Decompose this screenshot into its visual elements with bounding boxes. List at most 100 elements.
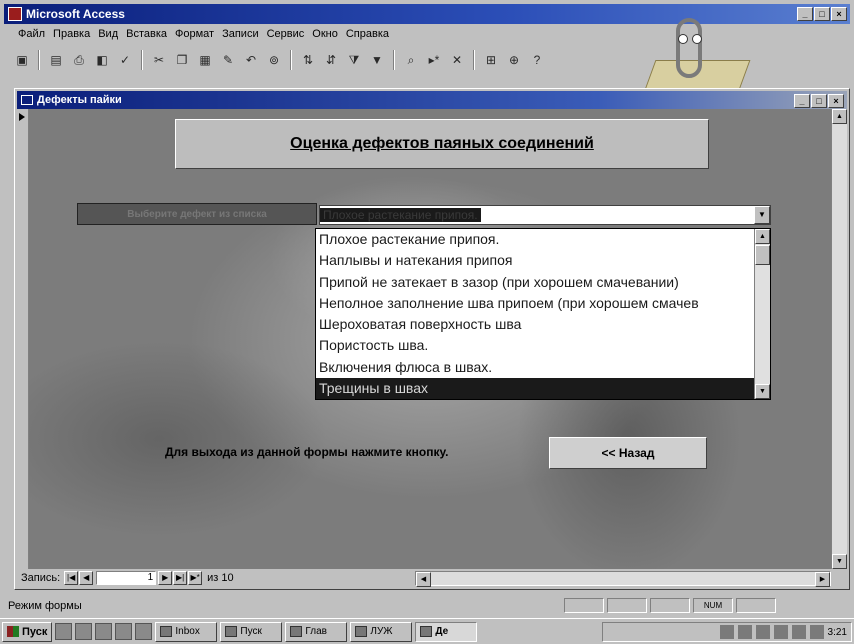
taskbar-button[interactable]: Inbox: [155, 621, 218, 642]
scroll-up-arrow-icon[interactable]: ▲: [832, 109, 847, 124]
quicklaunch-channels-icon[interactable]: [115, 623, 133, 640]
clock[interactable]: 3:21: [828, 627, 847, 638]
app-icon: [420, 626, 433, 637]
filter-by-selection-icon[interactable]: ⧩: [344, 50, 364, 70]
combo-value: Плохое растекание припоя.: [320, 208, 481, 222]
delete-record-icon[interactable]: ✕: [447, 50, 467, 70]
quicklaunch-explorer-icon[interactable]: [55, 623, 73, 640]
form-title-bar[interactable]: Дефекты пайки _ □ ×: [17, 91, 847, 109]
tray-icon[interactable]: [755, 625, 770, 639]
tray-icon[interactable]: [773, 625, 788, 639]
scroll-down-arrow-icon[interactable]: ▼: [832, 554, 847, 569]
copy-icon[interactable]: ❐: [172, 50, 192, 70]
print-icon[interactable]: ⎙: [69, 50, 89, 70]
close-button[interactable]: ×: [831, 7, 847, 21]
undo-icon[interactable]: ↶: [241, 50, 261, 70]
minimize-button[interactable]: _: [797, 7, 813, 21]
next-record-icon[interactable]: ▶: [158, 571, 173, 585]
quicklaunch-desktop-icon[interactable]: [95, 623, 113, 640]
menu-format[interactable]: Формат: [175, 28, 214, 40]
office-assistant[interactable]: [640, 8, 751, 98]
form-window-controls: _ □ ×: [794, 94, 844, 108]
save-icon[interactable]: ▤: [46, 50, 66, 70]
form-close-button[interactable]: ×: [828, 94, 844, 108]
taskbar-button-label: Пуск: [240, 626, 262, 637]
quicklaunch-outlook-icon[interactable]: [135, 623, 153, 640]
scroll-up-arrow-icon[interactable]: ▲: [755, 229, 770, 244]
dropdown-item[interactable]: Шероховатая поверхность шва: [316, 314, 754, 335]
menu-insert[interactable]: Вставка: [126, 28, 167, 40]
app-window-controls: _ □ ×: [797, 7, 847, 21]
status-indicator: [564, 598, 604, 613]
start-button[interactable]: Пуск: [2, 621, 53, 642]
dropdown-item[interactable]: Плохое растекание припоя.: [316, 229, 754, 250]
record-number-input[interactable]: 1: [96, 571, 157, 585]
app-icon: [160, 626, 173, 637]
combo-value-area[interactable]: Плохое растекание припоя.: [320, 206, 754, 224]
toolbar-separator: [290, 50, 292, 70]
defect-combo-box[interactable]: Плохое растекание припоя. ▼: [319, 205, 771, 225]
menu-edit[interactable]: Правка: [53, 28, 90, 40]
menu-file[interactable]: Файл: [18, 28, 45, 40]
form-minimize-button[interactable]: _: [794, 94, 810, 108]
combo-dropdown-arrow-icon[interactable]: ▼: [754, 206, 770, 224]
quicklaunch-browser-icon[interactable]: [75, 623, 93, 640]
cut-icon[interactable]: ✂: [149, 50, 169, 70]
apply-filter-icon[interactable]: ▼: [367, 50, 387, 70]
form-heading: Оценка дефектов паяных соединений: [290, 135, 594, 152]
new-record-nav-icon[interactable]: ▶*: [188, 571, 203, 585]
hyperlink-icon[interactable]: ⊚: [264, 50, 284, 70]
scroll-thumb[interactable]: [755, 245, 770, 265]
back-button[interactable]: << Назад: [549, 437, 707, 469]
status-indicator: [607, 598, 647, 613]
previous-record-icon[interactable]: ◀: [79, 571, 94, 585]
tray-icon[interactable]: [719, 625, 734, 639]
print-preview-icon[interactable]: ◧: [92, 50, 112, 70]
record-selector[interactable]: [17, 109, 29, 569]
form-vertical-scrollbar[interactable]: ▲ ▼: [831, 109, 847, 569]
paste-icon[interactable]: ▦: [195, 50, 215, 70]
last-record-icon[interactable]: ▶|: [173, 571, 188, 585]
form-icon: [21, 95, 33, 105]
new-object-icon[interactable]: ⊕: [504, 50, 524, 70]
form-heading-box: Оценка дефектов паяных соединений: [175, 119, 709, 169]
menu-view[interactable]: Вид: [98, 28, 118, 40]
tray-icon[interactable]: [809, 625, 824, 639]
dropdown-item[interactable]: Неполное заполнение шва припоем (при хор…: [316, 293, 754, 314]
taskbar-button[interactable]: Пуск: [220, 621, 283, 642]
taskbar-button-label: Глав: [305, 626, 327, 637]
form-maximize-button[interactable]: □: [811, 94, 827, 108]
access-app-icon[interactable]: [8, 7, 22, 21]
menu-help[interactable]: Справка: [346, 28, 389, 40]
scroll-right-arrow-icon[interactable]: ▶: [815, 572, 830, 587]
database-window-icon[interactable]: ⊞: [481, 50, 501, 70]
dropdown-scrollbar[interactable]: ▲ ▼: [754, 229, 770, 399]
new-record-icon[interactable]: ▸*: [424, 50, 444, 70]
taskbar-button[interactable]: ЛУЖ: [350, 621, 413, 642]
maximize-button[interactable]: □: [814, 7, 830, 21]
help-icon[interactable]: ?: [527, 50, 547, 70]
spelling-icon[interactable]: ✓: [115, 50, 135, 70]
scroll-down-arrow-icon[interactable]: ▼: [755, 384, 770, 399]
sort-descending-icon[interactable]: ⇵: [321, 50, 341, 70]
status-indicator: [736, 598, 776, 613]
dropdown-item[interactable]: Наплывы и натекания припоя: [316, 250, 754, 271]
menu-tools[interactable]: Сервис: [267, 28, 305, 40]
find-icon[interactable]: ⌕: [401, 50, 421, 70]
menu-records[interactable]: Записи: [222, 28, 259, 40]
dropdown-item[interactable]: Включения флюса в швах.: [316, 357, 754, 378]
menu-window[interactable]: Окно: [312, 28, 338, 40]
dropdown-item[interactable]: Пористость шва.: [316, 335, 754, 356]
dropdown-item-selected[interactable]: Трещины в швах: [316, 377, 754, 399]
form-horizontal-scrollbar[interactable]: ◀ ▶: [415, 571, 831, 587]
sort-ascending-icon[interactable]: ⇅: [298, 50, 318, 70]
format-painter-icon[interactable]: ✎: [218, 50, 238, 70]
taskbar-button[interactable]: Глав: [285, 621, 348, 642]
tray-icon[interactable]: [737, 625, 752, 639]
view-icon[interactable]: ▣: [12, 50, 32, 70]
taskbar-button-active[interactable]: Де: [415, 621, 478, 642]
scroll-left-arrow-icon[interactable]: ◀: [416, 572, 431, 587]
first-record-icon[interactable]: |◀: [64, 571, 79, 585]
tray-icon[interactable]: [791, 625, 806, 639]
dropdown-item[interactable]: Припой не затекает в зазор (при хорошем …: [316, 272, 754, 293]
